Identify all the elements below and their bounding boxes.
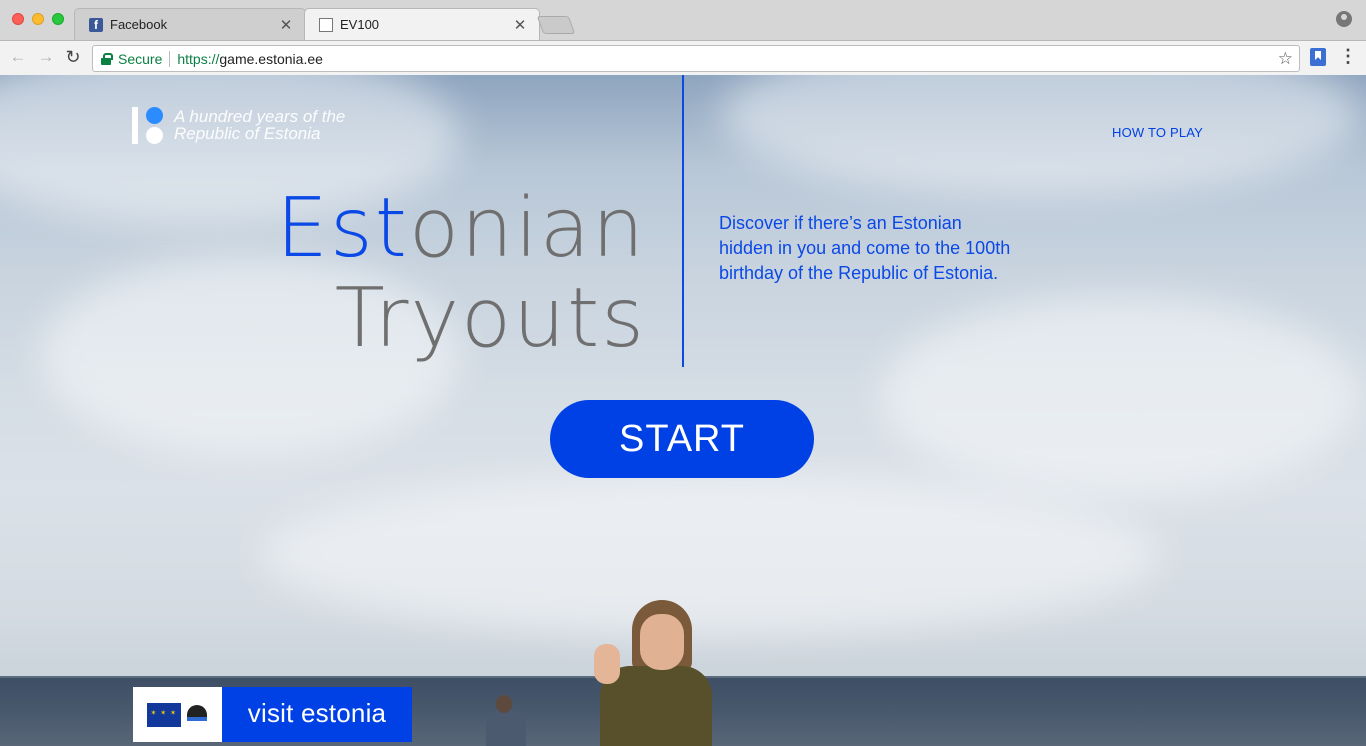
how-to-play-link[interactable]: HOW TO PLAY <box>1112 125 1203 140</box>
tab-ev100[interactable]: EV100 ✕ <box>304 8 540 40</box>
page-icon <box>319 17 333 32</box>
back-arrow-icon[interactable]: ← <box>8 47 28 67</box>
window-close-button[interactable] <box>12 13 24 25</box>
url-host: game.estonia.ee <box>219 50 323 67</box>
close-icon[interactable]: ✕ <box>513 16 527 34</box>
close-icon[interactable]: ✕ <box>279 16 293 34</box>
start-button[interactable]: START <box>550 400 814 478</box>
new-tab-button[interactable] <box>536 16 576 34</box>
url-scheme: https:// <box>177 50 220 67</box>
tab-facebook[interactable]: f Facebook ✕ <box>74 8 306 40</box>
enterprise-estonia-icon <box>185 703 209 727</box>
vertical-divider <box>682 75 684 367</box>
profile-icon[interactable] <box>1336 11 1352 27</box>
figure-face <box>640 614 684 670</box>
address-bar[interactable]: Secure https:// game.estonia.ee ☆ <box>92 45 1300 72</box>
logo-bar <box>132 107 138 144</box>
footer-badge: visit estonia <box>133 687 412 742</box>
menu-dots-icon[interactable]: ⋮ <box>1339 46 1357 66</box>
background-cloud <box>880 295 1360 495</box>
star-icon[interactable]: ☆ <box>1278 49 1293 69</box>
bookmark-extension-icon[interactable] <box>1310 48 1326 66</box>
logo-dot <box>146 107 163 124</box>
forward-arrow-icon[interactable]: → <box>36 47 56 67</box>
window-minimize-button[interactable] <box>32 13 44 25</box>
visit-estonia-link[interactable]: visit estonia <box>222 687 412 742</box>
tab-title: EV100 <box>340 17 380 32</box>
logo-text-line2: Republic of Estonia <box>174 124 321 143</box>
page-title: Estonian Tryouts <box>276 184 646 364</box>
logo-dot <box>146 127 163 144</box>
browser-toolbar: ← → ↻ Secure https:// game.estonia.ee ☆ … <box>0 40 1366 75</box>
background-cloud <box>720 75 1360 195</box>
figure-head <box>496 695 512 713</box>
eu-flag-icon <box>146 702 181 727</box>
title-line1: Estonian <box>276 184 646 274</box>
security-label: Secure <box>118 50 163 67</box>
tab-title: Facebook <box>110 17 168 32</box>
logo-text: A hundred years of the Republic of Eston… <box>174 108 345 142</box>
browser-chrome: f Facebook ✕ EV100 ✕ ← → ↻ Secure https:… <box>0 0 1366 75</box>
lock-icon <box>101 52 113 65</box>
facebook-icon: f <box>89 17 103 32</box>
title-line2: Tryouts <box>334 271 646 366</box>
figure-hand <box>594 644 620 684</box>
waving-woman-figure <box>592 600 722 746</box>
title-accent: Est <box>276 181 409 276</box>
logo-text-line1: A hundred years of the <box>174 107 346 126</box>
eu-funding-logos <box>133 687 222 742</box>
ev100-logo-mark <box>132 104 164 146</box>
background-person-figure <box>484 695 526 746</box>
page-viewport: A hundred years of the Republic of Eston… <box>0 75 1366 746</box>
ev100-logo[interactable]: A hundred years of the Republic of Eston… <box>132 104 345 146</box>
tab-strip: f Facebook ✕ EV100 ✕ <box>0 0 1366 40</box>
divider <box>169 50 171 67</box>
window-maximize-button[interactable] <box>52 13 64 25</box>
reload-icon[interactable]: ↻ <box>63 47 83 67</box>
intro-text: Discover if there’s an Estonian hidden i… <box>719 213 1011 283</box>
figure-body <box>486 711 526 746</box>
title-rest: onian <box>408 181 646 276</box>
